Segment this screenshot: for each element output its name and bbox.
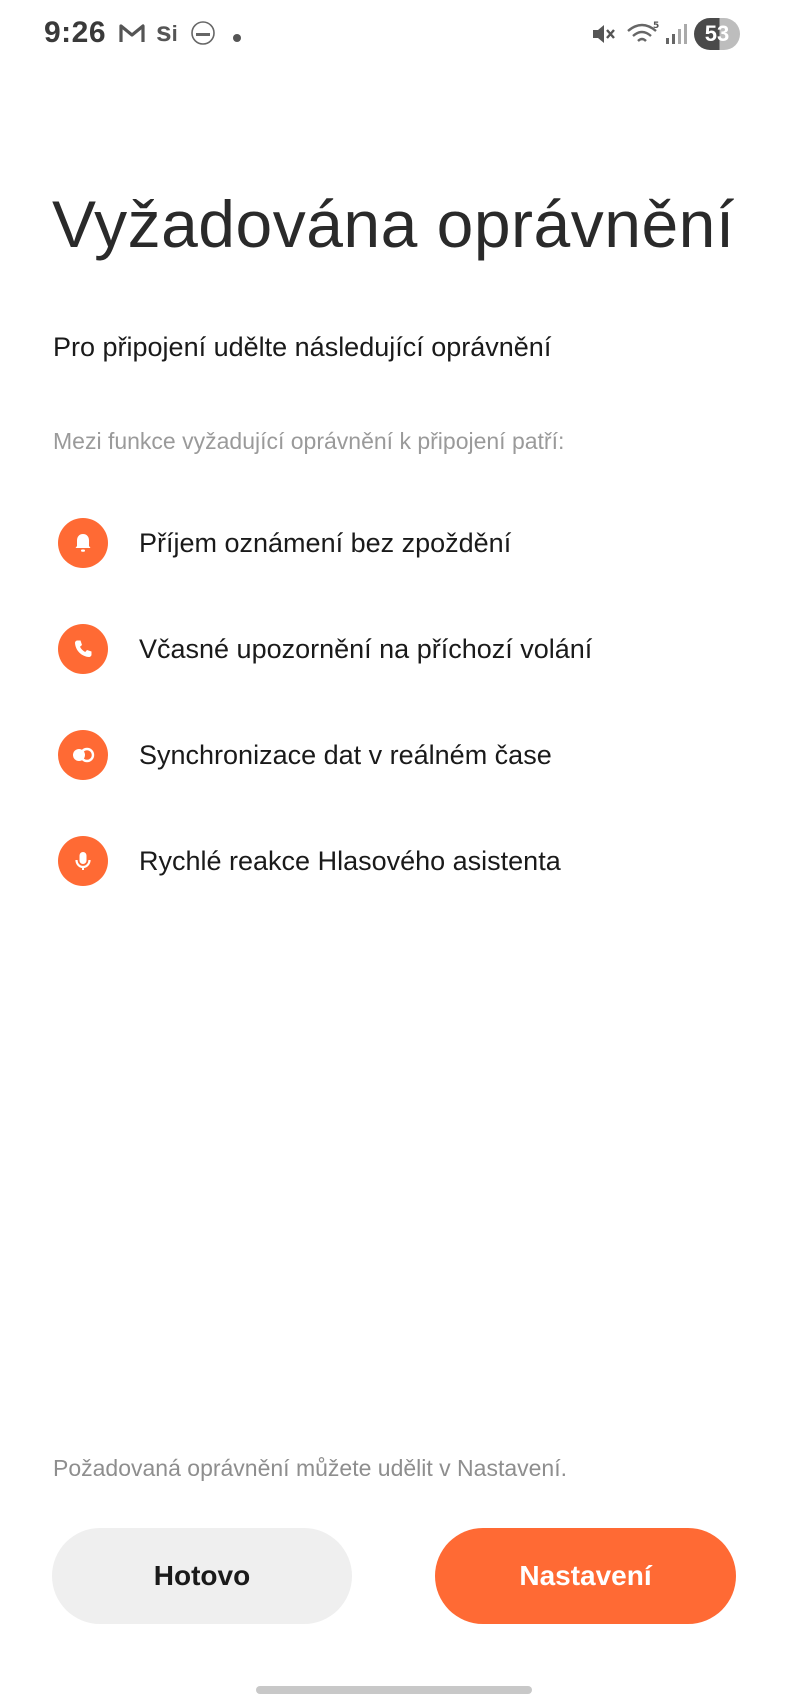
list-item: Příjem oznámení bez zpoždění xyxy=(58,518,758,624)
footer-note: Požadovaná oprávnění můžete udělit v Nas… xyxy=(53,1455,567,1481)
page-subtitle: Pro připojení udělte následující oprávně… xyxy=(53,332,552,362)
section-label: Mezi funkce vyžadující oprávnění k připo… xyxy=(53,428,565,454)
status-time: 9:26 xyxy=(44,16,107,49)
page-title: Vyžadována oprávnění xyxy=(52,187,735,261)
mute-icon xyxy=(590,21,616,52)
feature-label: Rychlé reakce Hlasového asistenta xyxy=(139,846,561,876)
feature-label: Synchronizace dat v reálném čase xyxy=(139,740,552,770)
feature-label: Včasné upozornění na příchozí volání xyxy=(139,634,593,664)
done-button[interactable]: Hotovo xyxy=(52,1528,352,1624)
feature-list: Příjem oznámení bez zpoždění Včasné upoz… xyxy=(58,518,758,942)
list-item: Včasné upozornění na příchozí volání xyxy=(58,624,758,730)
si-app-icon: si xyxy=(156,16,178,47)
status-bar: 9:26 si 5 53 xyxy=(0,0,788,70)
list-item: Rychlé reakce Hlasového asistenta xyxy=(58,836,758,942)
albert-app-icon xyxy=(190,20,216,51)
phone-icon xyxy=(58,624,108,674)
list-item: Synchronizace dat v reálném čase xyxy=(58,730,758,836)
sync-icon xyxy=(58,730,108,780)
feature-label: Příjem oznámení bez zpoždění xyxy=(139,528,512,558)
settings-button[interactable]: Nastavení xyxy=(435,1528,736,1624)
signal-icon xyxy=(664,22,688,51)
bell-icon xyxy=(58,518,108,568)
wifi-icon: 5 xyxy=(626,20,662,53)
microphone-icon xyxy=(58,836,108,886)
gmail-icon xyxy=(118,22,146,49)
notification-dot-icon xyxy=(232,30,242,48)
home-indicator[interactable] xyxy=(256,1686,532,1694)
svg-text:5: 5 xyxy=(653,21,659,31)
battery-indicator: 53 xyxy=(694,18,740,50)
